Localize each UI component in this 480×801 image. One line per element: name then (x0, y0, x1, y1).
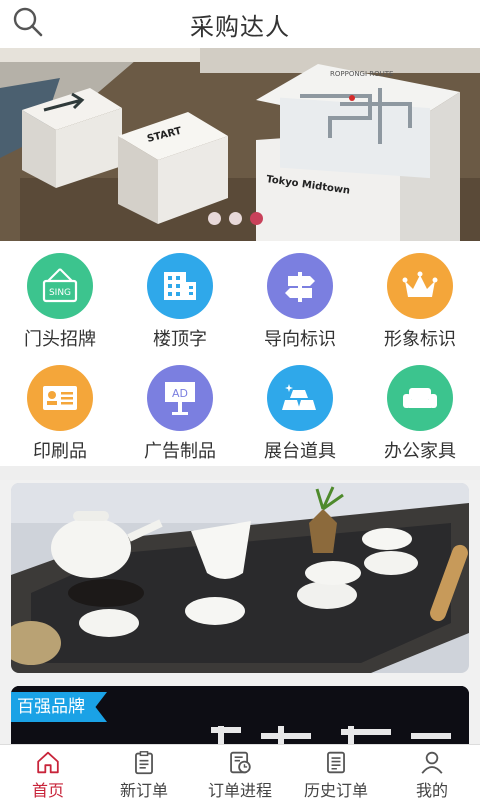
category-brand-identity[interactable]: 形象标识 (360, 241, 480, 353)
carousel-dots (208, 212, 263, 225)
card-icon (27, 365, 93, 431)
category-label: 广告制品 (144, 441, 216, 462)
tab-label: 历史订单 (303, 781, 368, 800)
bottom-tab-bar: 首页 新订单 订单进程 历史订单 我的 (0, 744, 480, 801)
page-title: 采购达人 (190, 12, 290, 41)
list-document-icon (327, 751, 345, 774)
category-label: 楼顶字 (153, 329, 207, 350)
carousel-dot[interactable] (229, 212, 242, 225)
tab-home[interactable]: 首页 (0, 745, 96, 801)
tab-label: 订单进程 (207, 781, 272, 800)
promo-card[interactable] (11, 483, 469, 673)
building-icon (147, 253, 213, 319)
tab-order-progress[interactable]: 订单进程 (192, 745, 288, 801)
tab-history-orders[interactable]: 历史订单 (288, 745, 384, 801)
gold-bars-icon (267, 365, 333, 431)
ad-board-icon: AD (147, 365, 213, 431)
clock-document-icon (230, 751, 251, 774)
carousel-dot-active[interactable] (250, 212, 263, 225)
banner-route-text: ROPPONGI ROUTE (330, 70, 393, 78)
tab-label: 我的 (415, 781, 448, 800)
category-label: 印刷品 (33, 441, 87, 462)
category-office-furniture[interactable]: 办公家具 (360, 353, 480, 465)
signpost-icon (267, 253, 333, 319)
top-bar: 采购达人 (0, 0, 480, 48)
search-icon[interactable] (12, 6, 44, 38)
category-label: 办公家具 (384, 441, 456, 462)
clipboard-icon (135, 751, 153, 775)
promo-image (11, 483, 469, 673)
brand-tag: 百强品牌 (11, 692, 107, 722)
tab-new-order[interactable]: 新订单 (96, 745, 192, 801)
category-ad-products[interactable]: AD 广告制品 (120, 353, 240, 465)
category-label: 展台道具 (264, 441, 336, 462)
category-wayfinding[interactable]: 导向标识 (240, 241, 360, 353)
category-label: 形象标识 (384, 329, 456, 350)
sofa-icon (387, 365, 453, 431)
signboard-icon: SING (27, 253, 93, 319)
home-icon (37, 751, 59, 774)
tab-label: 首页 (31, 781, 64, 800)
tab-profile[interactable]: 我的 (384, 745, 480, 801)
category-rooftop-letters[interactable]: 楼顶字 (120, 241, 240, 353)
category-grid: SING 门头招牌 楼顶字 导向标识 形象标识 印刷品 AD 广告制品 展台道具… (0, 241, 480, 466)
ad-badge: AD (172, 387, 188, 400)
category-label: 门头招牌 (24, 329, 96, 350)
user-icon (421, 751, 443, 774)
category-exhibition-props[interactable]: 展台道具 (240, 353, 360, 465)
signboard-badge: SING (49, 288, 71, 298)
category-printing[interactable]: 印刷品 (0, 353, 120, 465)
carousel-dot[interactable] (208, 212, 221, 225)
section-divider (0, 466, 480, 480)
category-signboard[interactable]: SING 门头招牌 (0, 241, 120, 353)
crown-icon (387, 253, 453, 319)
tab-label: 新订单 (119, 781, 168, 800)
category-label: 导向标识 (264, 329, 336, 350)
